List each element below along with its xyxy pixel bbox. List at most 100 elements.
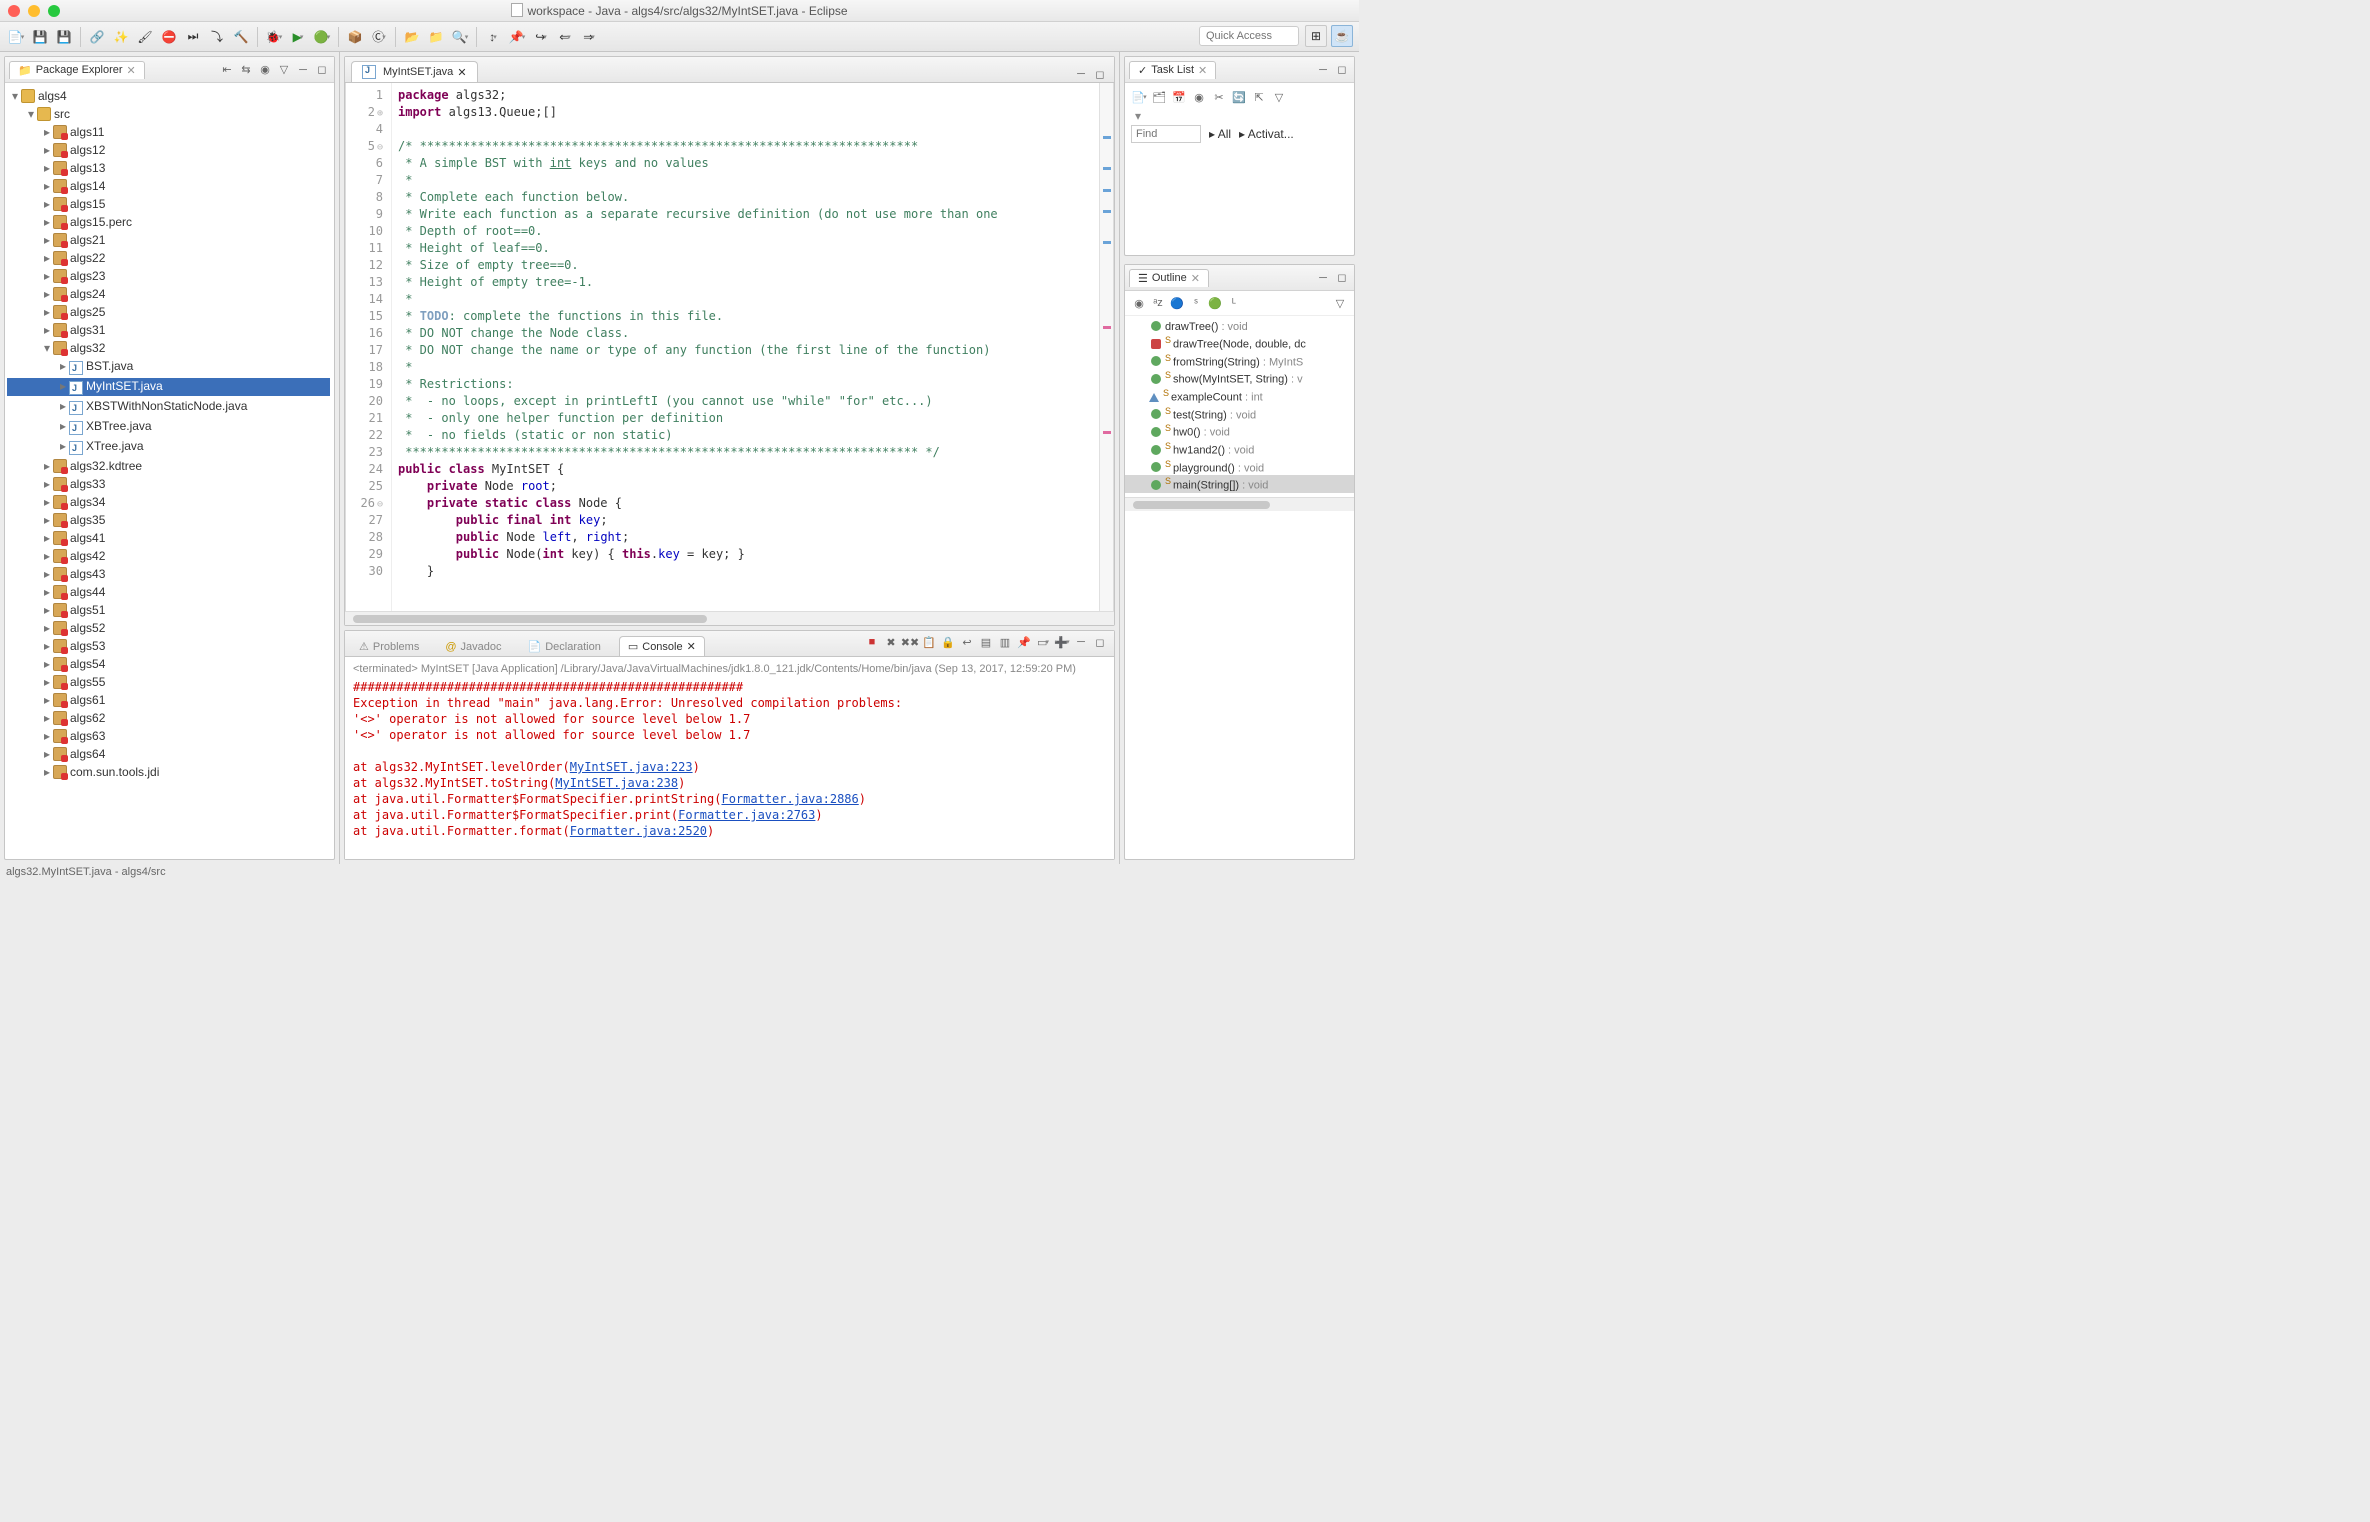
- run-button[interactable]: ▶▾: [288, 27, 308, 47]
- tree-item[interactable]: ▸algs43: [7, 565, 332, 583]
- tree-item[interactable]: ▸algs63: [7, 727, 332, 745]
- tree-item[interactable]: ▸algs21: [7, 231, 332, 249]
- link-editor-button[interactable]: ⇆: [238, 62, 254, 78]
- tree-item[interactable]: ▸XBSTWithNonStaticNode.java: [7, 397, 332, 417]
- taskmenu-button[interactable]: ▽: [1271, 89, 1287, 105]
- outline-focus-button[interactable]: ◉: [1131, 295, 1147, 311]
- outline-item[interactable]: Sshow(MyIntSET, String) : v: [1125, 369, 1354, 387]
- tree-item[interactable]: ▸algs41: [7, 529, 332, 547]
- word-wrap-button[interactable]: ↩: [959, 634, 975, 650]
- view-menu-button[interactable]: ▽: [276, 62, 292, 78]
- stack-trace-link[interactable]: MyIntSET.java:223: [570, 760, 693, 774]
- open-perspective-button[interactable]: ⊞: [1305, 25, 1327, 47]
- focus-button[interactable]: ◉: [257, 62, 273, 78]
- tree-item[interactable]: ▸algs61: [7, 691, 332, 709]
- tree-item[interactable]: ▸algs54: [7, 655, 332, 673]
- outline-tab[interactable]: ☰Outline ✕: [1129, 269, 1209, 287]
- tree-item[interactable]: ▾src: [7, 105, 332, 123]
- quick-access-input[interactable]: [1199, 26, 1299, 46]
- package-explorer-tab[interactable]: 📁Package Explorer ✕: [9, 61, 145, 79]
- tree-item[interactable]: ▸algs23: [7, 267, 332, 285]
- package-explorer-tree[interactable]: ▾algs4▾src▸algs11▸algs12▸algs13▸algs14▸a…: [5, 83, 334, 859]
- show-console-2-button[interactable]: ▥: [997, 634, 1013, 650]
- next-annotation-button[interactable]: ↪▾: [531, 27, 551, 47]
- tree-item[interactable]: ▸algs53: [7, 637, 332, 655]
- new-task-button[interactable]: 📄▾: [1131, 89, 1147, 105]
- stack-trace-link[interactable]: MyIntSET.java:238: [555, 776, 678, 790]
- forward-button[interactable]: ⇒▾: [579, 27, 599, 47]
- outline-item[interactable]: Splayground() : void: [1125, 458, 1354, 476]
- console-tab[interactable]: ▭Console✕: [619, 636, 705, 656]
- tree-item[interactable]: ▸algs15.perc: [7, 213, 332, 231]
- tree-item[interactable]: ▸algs14: [7, 177, 332, 195]
- outline-hide-nonpublic-button[interactable]: 🟢: [1207, 295, 1223, 311]
- new-class-button[interactable]: Ⓒ▾: [369, 27, 389, 47]
- tree-item[interactable]: ▾algs4: [7, 87, 332, 105]
- stack-trace-link[interactable]: Formatter.java:2886: [721, 792, 858, 806]
- tree-item[interactable]: ▸algs15: [7, 195, 332, 213]
- close-icon[interactable]: ✕: [127, 64, 136, 77]
- minimize-view-button[interactable]: ─: [295, 62, 311, 78]
- outline-item[interactable]: SfromString(String) : MyIntS: [1125, 352, 1354, 370]
- tree-item[interactable]: ▸algs51: [7, 601, 332, 619]
- tree-item[interactable]: ▸algs64: [7, 745, 332, 763]
- tree-item[interactable]: ▸algs55: [7, 673, 332, 691]
- stack-trace-link[interactable]: Formatter.java:2763: [678, 808, 815, 822]
- task-list-tab[interactable]: ✓Task List ✕: [1129, 61, 1216, 79]
- new-package-button[interactable]: 📦: [345, 27, 365, 47]
- editor-horizontal-scrollbar[interactable]: [345, 611, 1114, 625]
- pin-console-button[interactable]: 📌: [1016, 634, 1032, 650]
- tree-item[interactable]: ▸algs35: [7, 511, 332, 529]
- new-button[interactable]: 📄▾: [6, 27, 26, 47]
- tree-item[interactable]: ▸algs42: [7, 547, 332, 565]
- minimize-outline-button[interactable]: ─: [1315, 270, 1331, 286]
- outline-item[interactable]: drawTree() : void: [1125, 320, 1354, 334]
- line-number-gutter[interactable]: 12⊕45⊖6789101112131415161718192021222324…: [346, 83, 392, 611]
- link-button[interactable]: 🔗: [87, 27, 107, 47]
- scroll-lock-button[interactable]: 🔒: [940, 634, 956, 650]
- minimize-console-button[interactable]: ─: [1073, 634, 1089, 650]
- sync-button[interactable]: 🔄: [1231, 89, 1247, 105]
- outline-item[interactable]: Stest(String) : void: [1125, 405, 1354, 423]
- task-all-link[interactable]: ▸ All: [1209, 127, 1231, 141]
- toggle-mark-button[interactable]: ↕▾: [483, 27, 503, 47]
- maximize-tasklist-button[interactable]: ◻: [1334, 62, 1350, 78]
- tree-item[interactable]: ▸XTree.java: [7, 437, 332, 457]
- maximize-view-button[interactable]: ◻: [314, 62, 330, 78]
- categorize-button[interactable]: 🗂: [1151, 89, 1167, 105]
- close-icon[interactable]: ✕: [457, 66, 466, 79]
- tree-item[interactable]: ▸BST.java: [7, 357, 332, 377]
- code-area[interactable]: package algs32;import algs13.Queue;[] /*…: [392, 83, 1099, 611]
- tree-item[interactable]: ▸algs52: [7, 619, 332, 637]
- step-button[interactable]: ⤵: [207, 27, 227, 47]
- declaration-tab[interactable]: 📄Declaration: [520, 637, 609, 656]
- javadoc-tab[interactable]: @Javadoc: [437, 638, 509, 656]
- terminate-button[interactable]: ■: [864, 634, 880, 650]
- show-console-1-button[interactable]: ▤: [978, 634, 994, 650]
- close-icon[interactable]: ✕: [687, 640, 696, 653]
- stack-trace-link[interactable]: Formatter.java:2520: [570, 824, 707, 838]
- task-find-input[interactable]: [1131, 125, 1201, 143]
- code-editor[interactable]: 12⊕45⊖6789101112131415161718192021222324…: [345, 83, 1114, 611]
- search-button[interactable]: 🔍▾: [450, 27, 470, 47]
- outline-horizontal-scrollbar[interactable]: [1125, 497, 1354, 511]
- outline-hide-static-button[interactable]: ˢ: [1188, 295, 1204, 311]
- outline-sort-button[interactable]: ᵃz: [1150, 295, 1166, 311]
- editor-tab-myintset[interactable]: MyIntSET.java ✕: [351, 61, 478, 82]
- brush-button[interactable]: 🖌: [135, 27, 155, 47]
- save-all-button[interactable]: 💾: [54, 27, 74, 47]
- tree-item[interactable]: ▸algs22: [7, 249, 332, 267]
- minimize-editor-button[interactable]: ─: [1073, 66, 1089, 82]
- open-console-button[interactable]: ➕▾: [1054, 634, 1070, 650]
- tree-item[interactable]: ▸algs13: [7, 159, 332, 177]
- focus-task-button[interactable]: ◉: [1191, 89, 1207, 105]
- wand-button[interactable]: ✨: [111, 27, 131, 47]
- outline-item[interactable]: SdrawTree(Node, double, dc: [1125, 334, 1354, 352]
- display-selected-button[interactable]: ▭▾: [1035, 634, 1051, 650]
- coverage-button[interactable]: 🟢▾: [312, 27, 332, 47]
- overview-ruler[interactable]: [1099, 83, 1113, 611]
- save-button[interactable]: 💾: [30, 27, 50, 47]
- outline-hide-fields-button[interactable]: 🔵: [1169, 295, 1185, 311]
- outline-item[interactable]: Smain(String[]) : void: [1125, 475, 1354, 493]
- minimize-tasklist-button[interactable]: ─: [1315, 62, 1331, 78]
